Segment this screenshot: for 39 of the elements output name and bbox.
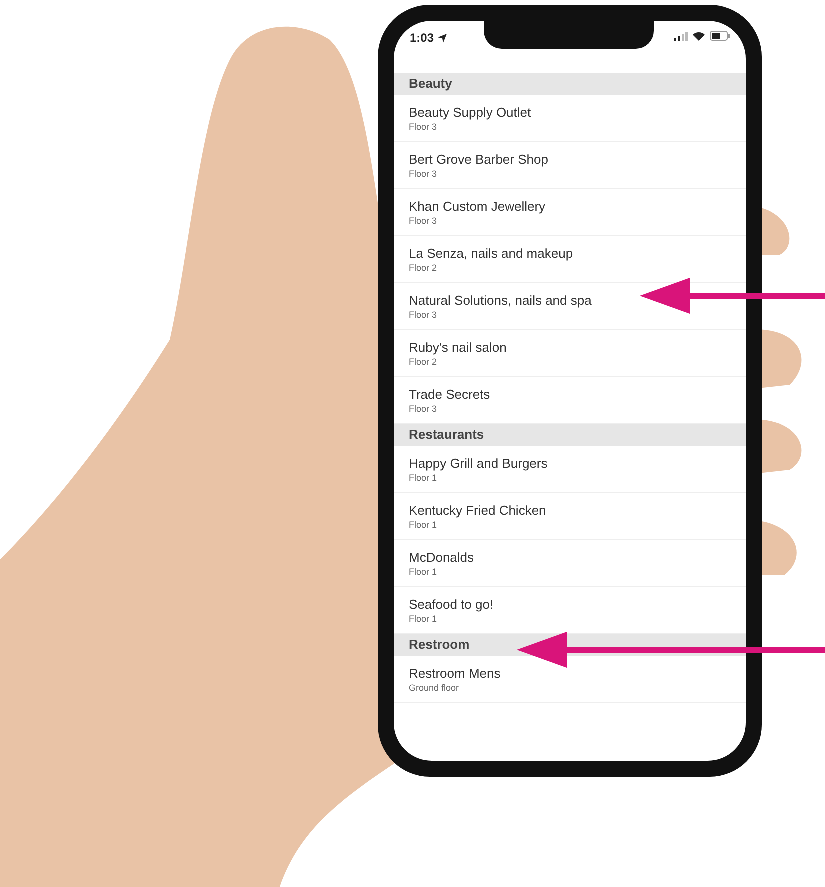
store-location: Floor 1 — [409, 566, 438, 578]
store-name: La Senza, nails and makeup — [409, 244, 574, 262]
store-location: Floor 2 — [409, 356, 438, 368]
store-name: Natural Solutions, nails and spa — [409, 292, 593, 308]
store-name: Restroom Mens — [409, 664, 502, 682]
list-item[interactable]: Khan Custom Jewellery Floor 3 — [394, 189, 746, 236]
section-title: Restroom — [409, 636, 470, 654]
store-name: Bert Grove Barber Shop — [409, 150, 550, 168]
store-name: Happy Grill and Burgers — [409, 454, 549, 472]
store-name: McDonalds — [409, 548, 476, 566]
section-title: Beauty — [409, 75, 452, 94]
status-time: 1:03 — [410, 30, 434, 47]
list-item[interactable]: McDonalds Floor 1 — [394, 540, 746, 587]
store-name: Khan Custom Jewellery — [409, 198, 547, 214]
store-name: Beauty Supply Outlet — [409, 104, 532, 120]
store-location: Floor 3 — [409, 120, 438, 132]
store-location: Floor 3 — [409, 308, 438, 320]
wifi-icon — [693, 32, 705, 40]
store-location: Floor 1 — [409, 518, 438, 530]
store-location: Floor 3 — [409, 402, 438, 414]
list-item[interactable]: Happy Grill and Burgers Floor 1 — [394, 446, 746, 493]
store-location: Floor 2 — [409, 262, 438, 274]
store-name: Trade Secrets — [409, 386, 492, 402]
store-name: Ruby's nail salon — [409, 338, 508, 356]
list-item[interactable]: Beauty Supply Outlet Floor 3 — [394, 95, 746, 142]
store-location: Floor 3 — [409, 168, 438, 180]
store-location: Floor 1 — [409, 612, 438, 624]
store-name: Kentucky Fried Chicken — [409, 502, 548, 518]
store-location: Floor 3 — [409, 214, 438, 226]
signal-icon — [674, 32, 688, 40]
list-item[interactable]: Bert Grove Barber Shop Floor 3 — [394, 142, 746, 189]
battery-icon — [710, 31, 730, 41]
section-title: Restaurants — [409, 426, 484, 444]
list-item[interactable]: Kentucky Fried Chicken Floor 1 — [394, 493, 746, 540]
store-location: Floor 1 — [409, 472, 438, 484]
store-location: Ground floor — [409, 682, 460, 694]
list-item[interactable]: Ruby's nail salon Floor 2 — [394, 330, 746, 377]
location-arrow-icon — [438, 34, 448, 42]
store-name: Seafood to go! — [409, 596, 495, 612]
